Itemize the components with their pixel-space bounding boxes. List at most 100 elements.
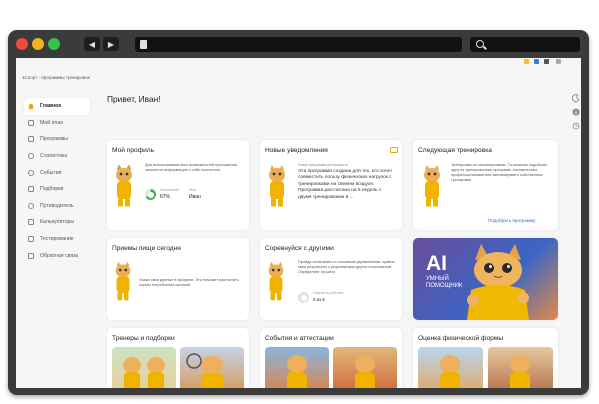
- progress-value: 67%: [160, 194, 171, 200]
- extension-icon[interactable]: [534, 59, 539, 64]
- card-title: Мой профиль: [112, 147, 155, 154]
- cat-mascot-illustration: [269, 165, 285, 210]
- attestation-photo[interactable]: [333, 347, 397, 388]
- ai-assistant-card[interactable]: AI УМНЫЙ ПОМОЩНИК: [413, 238, 558, 320]
- sidebar: Главное Мой план Программы Статистика Со…: [24, 98, 90, 264]
- fitness-photo[interactable]: [418, 347, 483, 388]
- sidebar-item-label: Путеводитель: [40, 202, 74, 209]
- minimize-window-button[interactable]: [32, 38, 44, 50]
- sidebar-item-statistics[interactable]: Статистика: [24, 148, 90, 165]
- rating-progress-ring: [298, 292, 309, 303]
- cat-mascot-illustration: [115, 261, 131, 301]
- name-value: Иван: [189, 194, 201, 200]
- sidebar-item-label: Тестирование: [40, 236, 74, 243]
- sidebar-item-label: Статистика: [40, 153, 68, 160]
- fitness-photo[interactable]: [488, 347, 553, 388]
- extension-icon[interactable]: [544, 59, 549, 64]
- inner-browser-bar: [16, 58, 581, 66]
- ai-subtitle: ПОМОЩНИК: [426, 283, 463, 289]
- event-photo[interactable]: [265, 347, 329, 388]
- sidebar-item-label: Калькуляторы: [40, 219, 75, 226]
- cat-mascot-illustration: [424, 165, 440, 210]
- calendar-icon: [28, 119, 34, 126]
- back-button[interactable]: ◀: [84, 37, 100, 51]
- compete-card[interactable]: Соревнуйся с другими Пройди испытания по…: [260, 238, 402, 320]
- rating-label: Участие в рейтинге: [313, 291, 344, 295]
- browser-search-box[interactable]: [470, 37, 580, 52]
- sidebar-item-plan[interactable]: Мой план: [24, 115, 90, 132]
- profile-text: Для использования всех возможностей прил…: [145, 163, 237, 172]
- trainers-card[interactable]: Тренеры и подборки: [107, 328, 249, 388]
- mail-icon: [28, 252, 34, 259]
- notification-text: Эта программа создана для тех, кто хочет…: [298, 169, 393, 200]
- card-title: Новые уведомления: [265, 147, 328, 154]
- greeting: Привет, Иван!: [107, 94, 161, 104]
- rating-value: 0 из 6: [313, 297, 325, 302]
- name-label: Имя: [189, 188, 196, 192]
- programs-icon: [28, 136, 34, 143]
- address-bar[interactable]: [135, 37, 462, 52]
- compete-text: Пройди испытания по основным упражнениям…: [298, 260, 395, 274]
- profile-card[interactable]: Мой профиль Для использования всех возмо…: [107, 140, 249, 230]
- notification-subtitle: Новая программа для возраста: [298, 163, 348, 167]
- fitness-assessment-card[interactable]: Оценка физической формы: [413, 328, 558, 388]
- card-title: Соревнуйся с другими: [265, 245, 334, 252]
- sidebar-item-feedback[interactable]: Обратная связь: [24, 247, 90, 264]
- ai-cat-illustration: [467, 244, 529, 320]
- card-title: Приемы пищи сегодня: [112, 245, 181, 252]
- history-icon[interactable]: [572, 117, 580, 135]
- checklist-icon: [28, 236, 34, 243]
- card-title: Тренеры и подборки: [112, 335, 175, 342]
- sidebar-item-label: Программы: [40, 136, 69, 143]
- events-card[interactable]: События и аттестации: [260, 328, 402, 388]
- next-workout-card[interactable]: Следующая тренировка Тренировки не запла…: [413, 140, 558, 230]
- sidebar-item-events[interactable]: События: [24, 164, 90, 181]
- grid-icon: [28, 186, 34, 193]
- profile-progress-ring: [145, 189, 156, 200]
- cat-mascot-illustration: [268, 261, 284, 301]
- mail-icon[interactable]: [390, 147, 398, 153]
- sidebar-item-label: Главное: [40, 103, 62, 110]
- sidebar-item-collections[interactable]: Подборки: [24, 181, 90, 198]
- question-icon: [28, 202, 34, 209]
- sidebar-item-guide[interactable]: Путеводитель: [24, 198, 90, 215]
- browser-toolbar: ◀ ▶: [8, 30, 589, 58]
- progress-label: Заполнение: [160, 188, 179, 192]
- extension-icon[interactable]: [524, 59, 529, 64]
- sidebar-item-calculators[interactable]: Калькуляторы: [24, 214, 90, 231]
- sidebar-item-testing[interactable]: Тестирование: [24, 231, 90, 248]
- events-icon: [28, 169, 34, 176]
- sidebar-item-label: Обратная связь: [40, 252, 79, 259]
- forward-button[interactable]: ▶: [103, 37, 119, 51]
- sidebar-item-programs[interactable]: Программы: [24, 131, 90, 148]
- meals-text: Укажи свои данные в профиле. Это поможет…: [139, 278, 239, 287]
- browser-window: ◀ ▶ 1Спорт - программы тренировок Главно…: [8, 30, 589, 395]
- app-screen: 1Спорт - программы тренировок Главное Мо…: [16, 58, 581, 388]
- ai-title: AI: [426, 252, 447, 275]
- card-title: События и аттестации: [265, 335, 334, 342]
- close-window-button[interactable]: [16, 38, 28, 50]
- ai-subtitle: УМНЫЙ: [426, 276, 449, 282]
- next-workout-text: Тренировки не запланированы. Ты можешь п…: [451, 163, 548, 182]
- menu-icon[interactable]: [556, 59, 561, 64]
- home-icon: [28, 103, 34, 110]
- sidebar-item-label: Подборки: [40, 186, 64, 193]
- card-title: Следующая тренировка: [418, 147, 492, 154]
- sidebar-item-main[interactable]: Главное: [24, 98, 90, 115]
- page-icon: [140, 40, 147, 49]
- main-page: 1Спорт - программы тренировок Главное Мо…: [16, 66, 581, 388]
- notifications-card[interactable]: Новые уведомления Новая программа для во…: [260, 140, 402, 230]
- collection-photo[interactable]: [180, 347, 244, 388]
- sidebar-item-label: События: [40, 169, 62, 176]
- statistics-icon: [28, 153, 34, 160]
- meals-card[interactable]: Приемы пищи сегодня Укажи свои данные в …: [107, 238, 249, 320]
- card-title: Оценка физической формы: [418, 335, 504, 342]
- choose-program-link[interactable]: Подобрать программу: [488, 218, 535, 223]
- calculator-icon: [28, 219, 34, 226]
- breadcrumb: 1Спорт - программы тренировок: [22, 75, 90, 80]
- sidebar-item-label: Мой план: [40, 119, 64, 126]
- maximize-window-button[interactable]: [48, 38, 60, 50]
- trainers-photo[interactable]: [112, 347, 176, 388]
- search-icon: [476, 40, 484, 48]
- cat-mascot-illustration: [116, 164, 132, 210]
